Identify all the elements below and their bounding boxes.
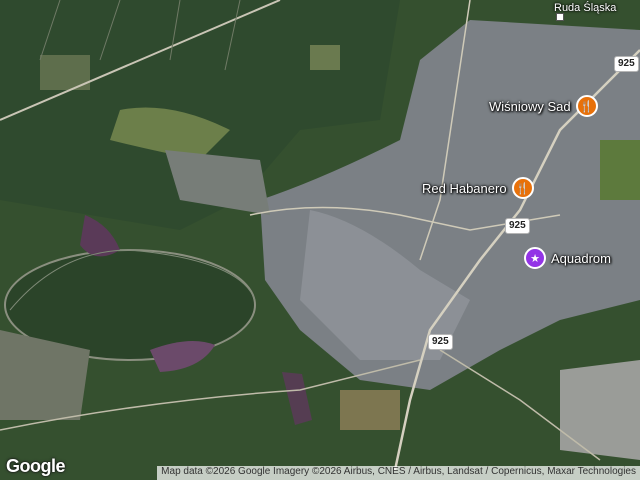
town-marker-icon: [556, 13, 564, 21]
road-shield: 925: [505, 218, 530, 234]
map-attribution[interactable]: Map data ©2026 Google Imagery ©2026 Airb…: [157, 466, 640, 480]
place-marker-red-habanero[interactable]: Red Habanero 🍴: [422, 177, 534, 199]
place-marker-aquadrom[interactable]: ★ Aquadrom: [524, 247, 611, 269]
place-label[interactable]: Aquadrom: [551, 251, 611, 266]
satellite-imagery: [0, 0, 640, 480]
google-logo: Google: [6, 456, 66, 476]
town-label[interactable]: Ruda Śląska: [554, 2, 616, 14]
place-marker-wisniowy-sad[interactable]: Wiśniowy Sad 🍴: [489, 95, 598, 117]
satellite-map[interactable]: Ruda Śląska 925 925 925 Wiśniowy Sad 🍴 R…: [0, 0, 640, 480]
place-label[interactable]: Red Habanero: [422, 181, 507, 196]
restaurant-icon[interactable]: 🍴: [575, 95, 598, 117]
road-shield: 925: [614, 56, 639, 72]
attraction-icon[interactable]: ★: [524, 247, 546, 269]
restaurant-icon[interactable]: 🍴: [511, 177, 534, 199]
place-label[interactable]: Wiśniowy Sad: [489, 99, 571, 114]
road-shield: 925: [428, 334, 453, 350]
